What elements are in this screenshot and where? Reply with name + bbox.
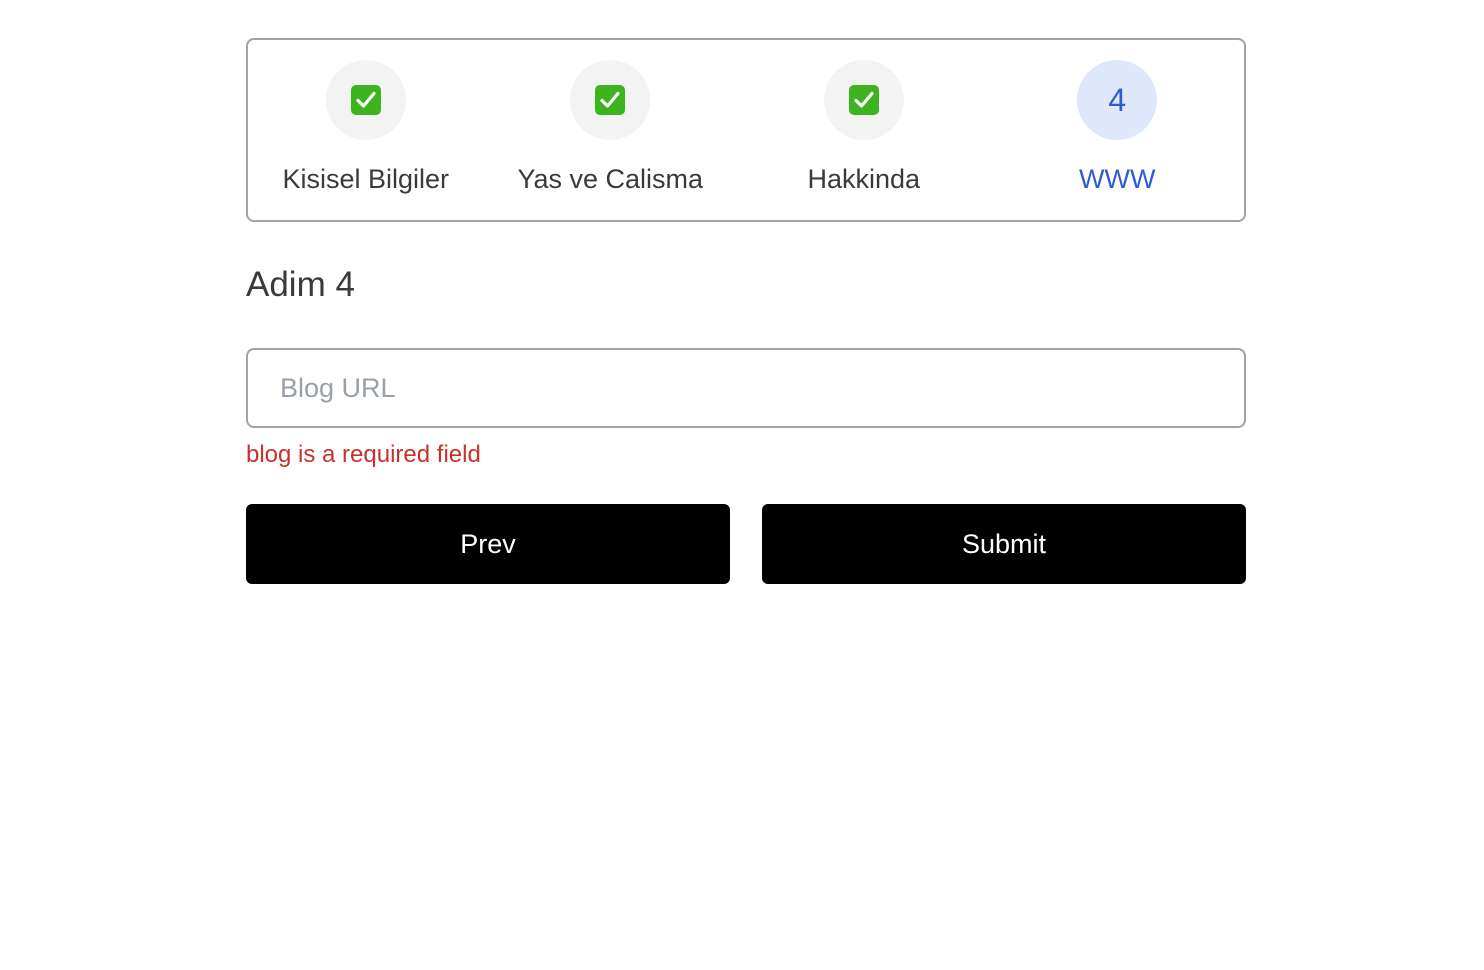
step-3-label: Hakkinda bbox=[807, 164, 921, 194]
check-mark-icon bbox=[595, 85, 626, 115]
step-2-circle bbox=[570, 60, 651, 140]
step-2-label: Yas ve Calisma bbox=[517, 164, 704, 194]
button-row: Prev Submit bbox=[246, 504, 1246, 584]
step-1[interactable]: Kisisel Bilgiler bbox=[248, 40, 484, 220]
check-mark-icon bbox=[350, 85, 381, 115]
step-2[interactable]: Yas ve Calisma bbox=[484, 40, 737, 220]
step-4-circle: 4 bbox=[1077, 60, 1158, 140]
check-mark-icon bbox=[848, 85, 879, 115]
step-4[interactable]: 4 WWW bbox=[991, 40, 1244, 220]
step-3-circle bbox=[823, 60, 904, 140]
step-3[interactable]: Hakkinda bbox=[737, 40, 990, 220]
stepper: Kisisel Bilgiler Yas ve Calisma Hakkinda… bbox=[246, 38, 1246, 222]
blog-url-input[interactable] bbox=[246, 348, 1246, 428]
step-4-label: WWW bbox=[1079, 164, 1156, 194]
page-title: Adim 4 bbox=[246, 265, 355, 304]
form-container: Kisisel Bilgiler Yas ve Calisma Hakkinda… bbox=[246, 38, 1246, 584]
step-1-label: Kisisel Bilgiler bbox=[282, 164, 450, 194]
step-1-circle bbox=[325, 60, 406, 140]
error-message: blog is a required field bbox=[246, 441, 481, 468]
submit-button[interactable]: Submit bbox=[762, 504, 1246, 584]
prev-button[interactable]: Prev bbox=[246, 504, 730, 584]
